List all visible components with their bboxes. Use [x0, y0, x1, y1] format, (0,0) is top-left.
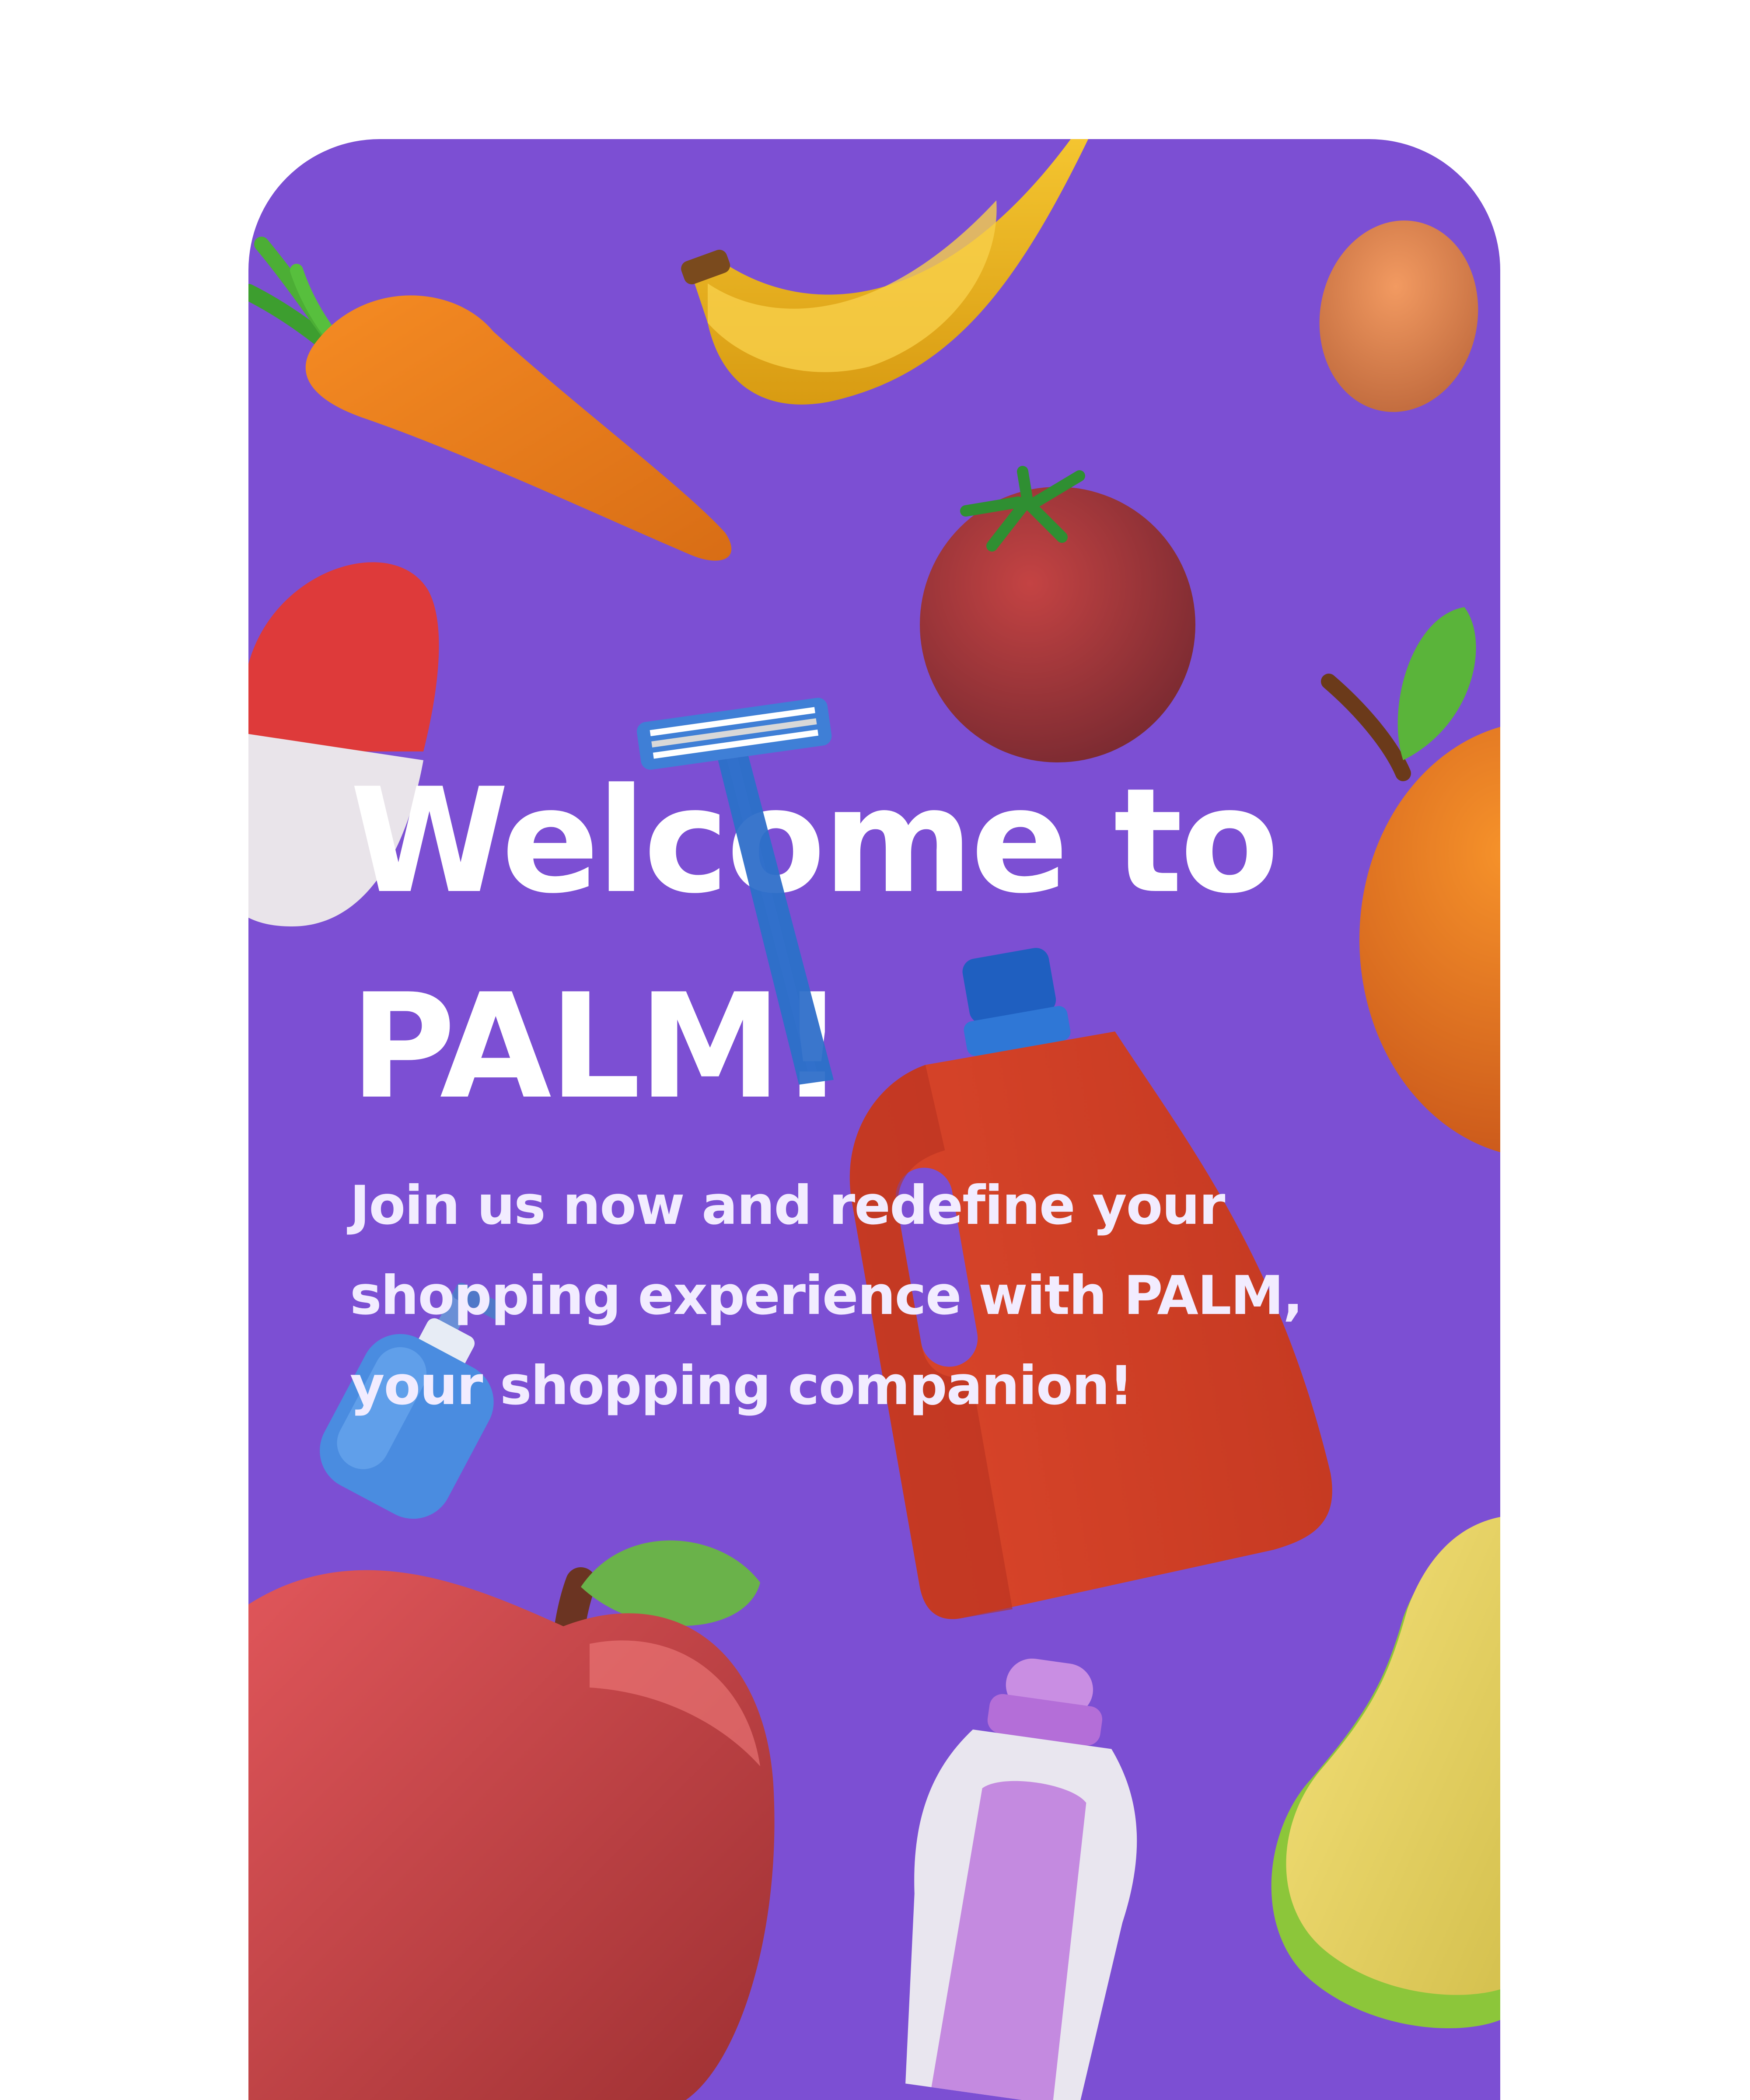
- welcome-tagline: Join us now and redefine your shopping e…: [350, 1160, 1356, 1431]
- tomato-icon: [920, 466, 1195, 762]
- welcome-heading-line2: PALM!: [350, 963, 845, 1131]
- tagline-line2: shopping experience with PALM,: [350, 1265, 1303, 1327]
- banana-icon: [681, 139, 1088, 405]
- apple-icon: [248, 1540, 775, 2100]
- welcome-screen: Welcome to PALM! Join us now and redefin…: [248, 139, 1500, 2100]
- egg-icon: [1319, 220, 1478, 412]
- shampoo-bottle-icon: [905, 1658, 1137, 2100]
- welcome-heading: Welcome to PALM!: [350, 738, 1400, 1150]
- welcome-heading-line1: Welcome to: [350, 757, 1279, 925]
- tagline-line1: Join us now and redefine your: [350, 1174, 1225, 1237]
- tagline-line3: your shopping companion!: [350, 1355, 1133, 1417]
- pear-icon: [1271, 1517, 1500, 2029]
- carrot-icon: [248, 237, 732, 561]
